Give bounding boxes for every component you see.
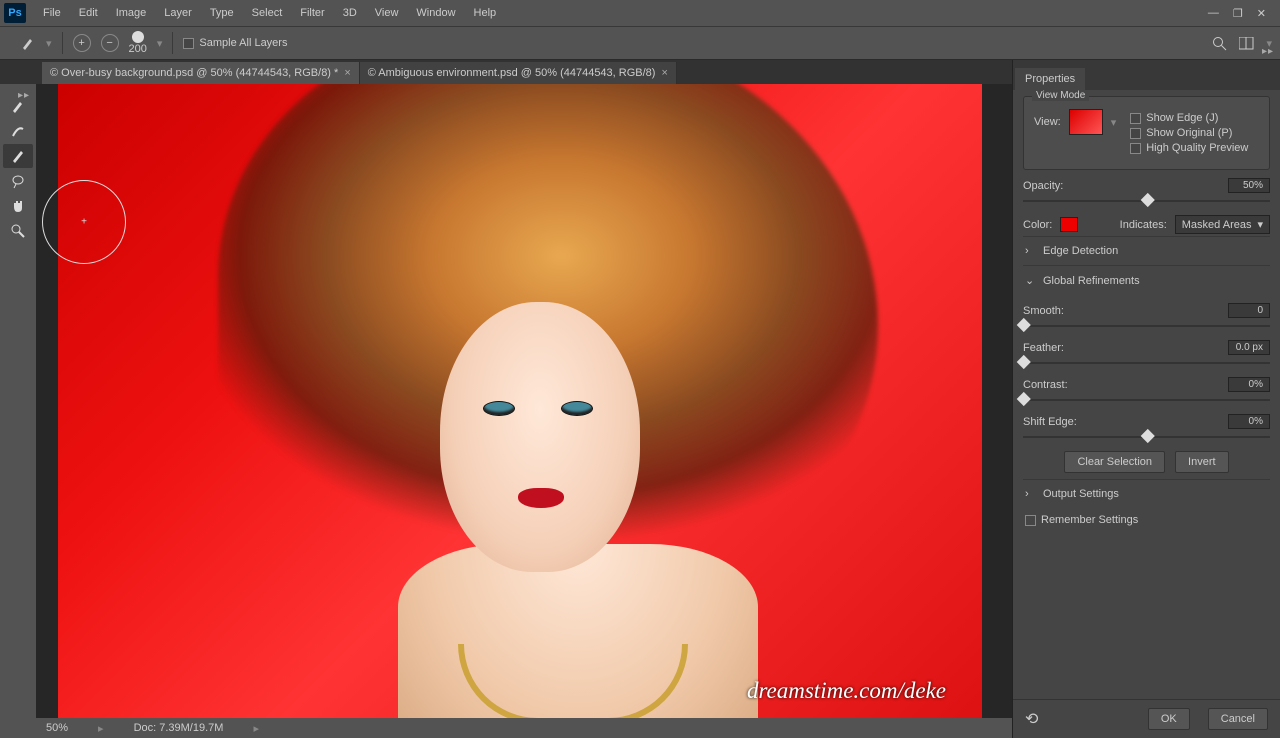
menubar: Ps File Edit Image Layer Type Select Fil… <box>0 0 1280 26</box>
lasso-tool[interactable] <box>3 169 33 193</box>
close-icon[interactable]: ✕ <box>1257 7 1266 20</box>
restore-icon[interactable]: ❐ <box>1233 7 1243 20</box>
hand-tool[interactable] <box>3 194 33 218</box>
sample-all-layers-checkbox[interactable]: Sample All Layers <box>183 37 287 49</box>
show-edge-checkbox[interactable]: Show Edge (J) <box>1130 112 1248 124</box>
view-mode-group: View Mode View: ▾ Show Edge (J) Show Ori… <box>1023 96 1270 170</box>
menu-filter[interactable]: Filter <box>291 0 333 26</box>
app-logo: Ps <box>4 3 26 23</box>
shift-edge-slider[interactable] <box>1023 431 1270 443</box>
view-mode-title: View Mode <box>1032 90 1089 101</box>
show-original-checkbox[interactable]: Show Original (P) <box>1130 127 1248 139</box>
tab-close-icon[interactable]: × <box>344 67 350 79</box>
status-bar: 50% ▸ Doc: 7.39M/19.7M ▸ <box>36 718 1012 738</box>
menu-view[interactable]: View <box>366 0 408 26</box>
tab-label: © Over-busy background.psd @ 50% (447445… <box>50 67 338 79</box>
menu-window[interactable]: Window <box>407 0 464 26</box>
select-and-mask-toolbar: ▸▸ <box>0 84 36 738</box>
chevron-down-icon: ⌄ <box>1025 274 1035 287</box>
global-refinements-section[interactable]: ⌄ Global Refinements <box>1023 265 1270 295</box>
contrast-slider[interactable] <box>1023 394 1270 406</box>
chevron-right-icon: › <box>1025 488 1035 500</box>
tab-close-icon[interactable]: × <box>661 67 667 79</box>
menu-3d[interactable]: 3D <box>334 0 366 26</box>
view-thumbnail[interactable] <box>1069 109 1103 135</box>
menu-image[interactable]: Image <box>107 0 156 26</box>
opacity-slider[interactable] <box>1023 195 1270 207</box>
contrast-value[interactable]: 0% <box>1228 377 1270 392</box>
properties-panel: ▸▸ Properties View Mode View: ▾ Show Edg… <box>1012 60 1280 738</box>
indicates-dropdown[interactable]: Masked Areas▾ <box>1175 215 1270 234</box>
remember-settings-checkbox[interactable]: Remember Settings <box>1025 514 1270 526</box>
search-icon[interactable] <box>1212 36 1227 51</box>
cancel-button[interactable]: Cancel <box>1208 708 1268 730</box>
hq-preview-checkbox[interactable]: High Quality Preview <box>1130 142 1248 154</box>
chevron-down-icon: ▾ <box>1257 218 1263 231</box>
opacity-value[interactable]: 50% <box>1228 178 1270 193</box>
tab-label: © Ambiguous environment.psd @ 50% (44744… <box>368 67 656 79</box>
feather-value[interactable]: 0.0 px <box>1228 340 1270 355</box>
menu-help[interactable]: Help <box>465 0 506 26</box>
opacity-label: Opacity: <box>1023 180 1063 192</box>
workspace: ▸▸ dreamstime.com/deke 50% ▸ Doc: 7.39M/… <box>0 84 1012 738</box>
output-settings-section[interactable]: › Output Settings <box>1023 479 1270 508</box>
menu-select[interactable]: Select <box>243 0 292 26</box>
document-tab[interactable]: © Over-busy background.psd @ 50% (447445… <box>42 62 360 84</box>
menu-type[interactable]: Type <box>201 0 243 26</box>
menu-file[interactable]: File <box>34 0 70 26</box>
watermark-text: dreamstime.com/deke <box>747 678 946 704</box>
shift-edge-value[interactable]: 0% <box>1228 414 1270 429</box>
view-label: View: <box>1034 116 1061 128</box>
reset-icon[interactable]: ⟲ <box>1025 709 1038 729</box>
canvas-area[interactable]: dreamstime.com/deke <box>36 84 1012 718</box>
canvas[interactable]: dreamstime.com/deke <box>58 84 982 722</box>
brush-size-value: 200 <box>129 43 147 55</box>
edge-detection-section[interactable]: › Edge Detection <box>1023 236 1270 265</box>
refine-edge-brush-tool[interactable] <box>3 119 33 143</box>
subtract-from-selection-button[interactable]: − <box>101 34 119 52</box>
smooth-slider[interactable] <box>1023 320 1270 332</box>
minimize-icon[interactable]: — <box>1208 7 1219 20</box>
invert-button[interactable]: Invert <box>1175 451 1229 473</box>
brush-cursor <box>42 180 126 264</box>
properties-tab[interactable]: Properties <box>1015 68 1085 90</box>
ok-button[interactable]: OK <box>1148 708 1190 730</box>
color-label: Color: <box>1023 219 1052 231</box>
menu-edit[interactable]: Edit <box>70 0 107 26</box>
brush-tool[interactable] <box>3 144 33 168</box>
feather-slider[interactable] <box>1023 357 1270 369</box>
panel-tabs: Properties <box>1013 60 1280 90</box>
smooth-value[interactable]: 0 <box>1228 303 1270 318</box>
doc-size: Doc: 7.39M/19.7M <box>134 722 224 734</box>
panel-footer: ⟲ OK Cancel <box>1013 699 1280 738</box>
menu-layer[interactable]: Layer <box>155 0 201 26</box>
chevron-down-icon[interactable]: ▾ <box>1111 116 1117 129</box>
brush-preset-picker[interactable]: 200 <box>129 31 147 55</box>
quick-selection-icon[interactable] <box>20 35 36 51</box>
zoom-tool[interactable] <box>3 219 33 243</box>
document-tab[interactable]: © Ambiguous environment.psd @ 50% (44744… <box>360 62 677 84</box>
toolbar-grip-icon[interactable]: ▸▸ <box>18 90 30 101</box>
contrast-label: Contrast: <box>1023 379 1068 391</box>
add-to-selection-button[interactable]: + <box>73 34 91 52</box>
shift-edge-label: Shift Edge: <box>1023 416 1077 428</box>
zoom-level[interactable]: 50% <box>46 722 68 734</box>
feather-label: Feather: <box>1023 342 1064 354</box>
chevron-right-icon: › <box>1025 245 1035 257</box>
options-bar: ▾ + − 200 ▾ Sample All Layers ▾ <box>0 26 1280 60</box>
mask-color-swatch[interactable] <box>1060 217 1078 232</box>
arrange-documents-icon[interactable] <box>1239 37 1254 50</box>
indicates-label: Indicates: <box>1120 219 1167 231</box>
smooth-label: Smooth: <box>1023 305 1064 317</box>
clear-selection-button[interactable]: Clear Selection <box>1064 451 1165 473</box>
